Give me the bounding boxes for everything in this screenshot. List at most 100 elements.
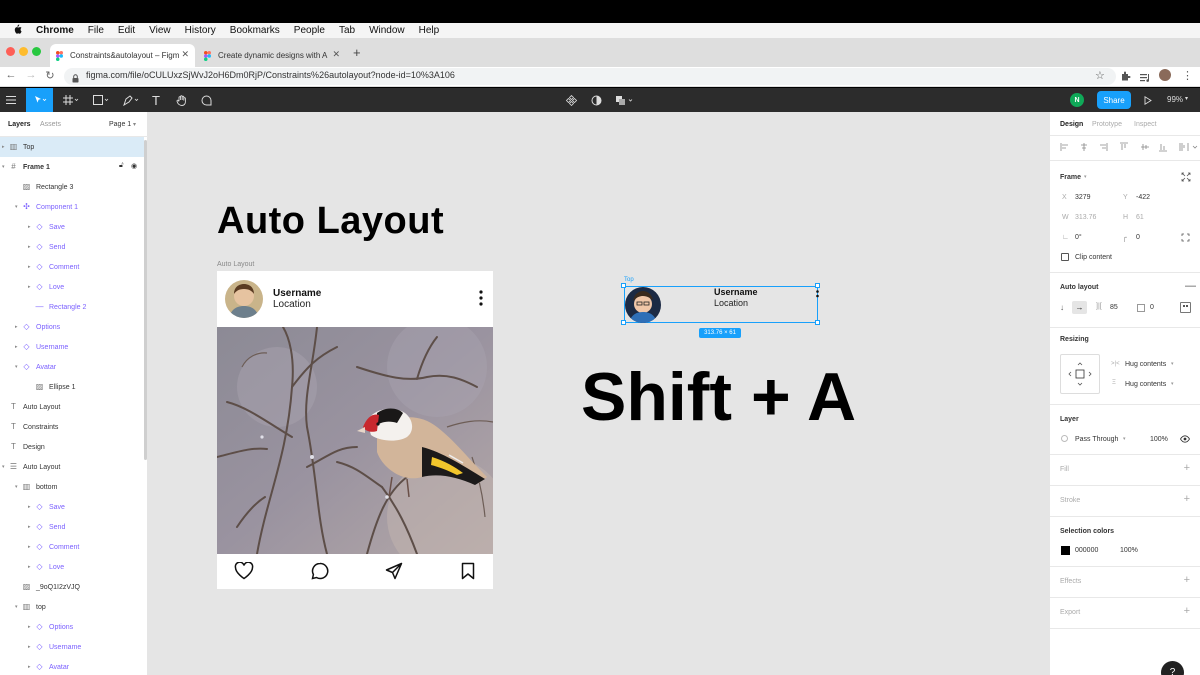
resizing-section-title[interactable]: Resizing [1060, 336, 1089, 343]
layer-row[interactable]: ▸ ◇ Avatar [0, 657, 144, 675]
layer-expand-icon[interactable]: ▸ [28, 544, 31, 550]
prototype-tab[interactable]: Prototype [1092, 121, 1122, 128]
boolean-ops-icon[interactable] [614, 88, 636, 112]
menu-help[interactable]: Help [419, 25, 440, 36]
layer-expand-icon[interactable]: ▸ [28, 284, 31, 290]
layer-row[interactable]: ▸ ◇ Username [0, 637, 144, 657]
extensions-icon[interactable] [1120, 69, 1132, 81]
post-photo-bird[interactable] [217, 327, 493, 554]
auto-layout-section-title[interactable]: Auto layout [1060, 284, 1099, 291]
share-button[interactable]: Share [1097, 91, 1131, 109]
layer-row[interactable]: ▸ ◇ Options [0, 617, 144, 637]
zoom-level[interactable]: 99% [1167, 95, 1183, 104]
fill-section-title[interactable]: Fill [1060, 466, 1069, 473]
canvas-heading[interactable]: Auto Layout [217, 200, 444, 243]
frame-label[interactable]: Auto Layout [217, 261, 254, 268]
layer-row[interactable]: ▸ ◇ Comment [0, 537, 144, 557]
layer-row[interactable]: ▾ ☰ Auto Layout [0, 457, 144, 477]
layer-expand-icon[interactable]: ▸ [28, 664, 31, 670]
horizontal-direction-icon[interactable]: → [1072, 301, 1087, 314]
layer-row[interactable]: ▨ _9oQ1I2zVJQ [0, 577, 144, 597]
page-selector[interactable]: Page 1 [109, 121, 131, 128]
card-location[interactable]: Location [273, 299, 311, 310]
tab-close-icon[interactable]: ✕ [332, 49, 340, 60]
resize-handle[interactable] [815, 283, 820, 288]
resize-handle[interactable] [621, 320, 626, 325]
canvas[interactable]: Auto Layout Auto Layout Username Locatio… [148, 112, 1049, 675]
url-text[interactable]: figma.com/file/oCULUxzSjWvJ2oH6Dm0RjP/Co… [86, 70, 455, 80]
resize-handle[interactable] [815, 320, 820, 325]
layer-row[interactable]: T Constraints [0, 417, 144, 437]
layer-expand-icon[interactable]: ▸ [28, 524, 31, 530]
menu-people[interactable]: People [294, 25, 325, 36]
hug-vertical-chevron-icon[interactable]: ▾ [1171, 381, 1174, 387]
w-input[interactable]: 313.76 [1075, 214, 1096, 221]
layer-expand-icon[interactable]: ▾ [2, 464, 5, 470]
selection-username[interactable]: Username [714, 287, 758, 297]
new-tab-icon[interactable]: + [353, 45, 361, 60]
apple-icon[interactable] [12, 24, 22, 37]
independent-corners-icon[interactable] [1181, 233, 1190, 242]
comment-icon[interactable] [311, 562, 329, 580]
visibility-eye-icon[interactable] [1180, 435, 1190, 443]
hug-horizontal-chevron-icon[interactable]: ▾ [1171, 361, 1174, 367]
window-zoom-button[interactable] [32, 47, 41, 56]
resize-handle[interactable] [621, 283, 626, 288]
radius-input[interactable]: 0 [1136, 234, 1140, 241]
layer-row[interactable]: ▸ ◇ Send [0, 517, 144, 537]
hug-vertical-select[interactable]: Hug contents [1125, 381, 1166, 388]
resizing-preview[interactable] [1060, 354, 1100, 394]
blend-mode-select[interactable]: Pass Through [1075, 436, 1118, 443]
selected-top-frame[interactable]: Username Location [624, 286, 819, 323]
layer-row[interactable]: ▸ ◇ Comment [0, 257, 144, 277]
layer-section-title[interactable]: Layer [1060, 416, 1079, 423]
alignment-icon[interactable] [1180, 302, 1191, 313]
text-tool-icon[interactable]: T [147, 88, 165, 112]
move-tool-icon[interactable] [26, 88, 53, 112]
layer-expand-icon[interactable]: ▸ [15, 344, 18, 350]
selection-avatar[interactable] [625, 287, 661, 323]
blend-chevron-icon[interactable]: ▾ [1123, 436, 1126, 442]
inspect-tab[interactable]: Inspect [1134, 121, 1157, 128]
unlock-icon[interactable]: 🔓︎ [119, 162, 124, 170]
pen-tool-icon[interactable] [118, 88, 144, 112]
hug-horizontal-select[interactable]: Hug contents [1125, 361, 1166, 368]
frame-tool-icon[interactable] [58, 88, 84, 112]
add-effect-icon[interactable]: + [1184, 574, 1190, 586]
main-menu-icon[interactable] [0, 88, 22, 112]
x-input[interactable]: 3279 [1075, 194, 1091, 201]
layer-expand-icon[interactable]: ▸ [28, 644, 31, 650]
design-tab[interactable]: Design [1060, 121, 1083, 128]
layer-row[interactable]: ▸ ◇ Send [0, 237, 144, 257]
layer-row[interactable]: ▸ ▥ Top [0, 137, 144, 157]
selection-colors-title[interactable]: Selection colors [1060, 528, 1114, 535]
resize-to-fit-icon[interactable] [1181, 172, 1191, 182]
menu-chrome[interactable]: Chrome [36, 25, 74, 36]
layer-row[interactable]: ▨ Rectangle 3 [0, 177, 144, 197]
options-icon[interactable] [479, 290, 483, 306]
layer-row[interactable]: ▨ Ellipse 1 [0, 377, 144, 397]
selection-location[interactable]: Location [714, 298, 748, 308]
menu-view[interactable]: View [149, 25, 171, 36]
layer-expand-icon[interactable]: ▸ [28, 264, 31, 270]
components-icon[interactable] [564, 88, 578, 112]
frame-chevron-icon[interactable]: ▾ [1084, 174, 1087, 180]
selection-color-opacity[interactable]: 100% [1120, 547, 1138, 554]
layer-expand-icon[interactable]: ▸ [28, 504, 31, 510]
layer-expand-icon[interactable]: ▸ [2, 144, 5, 150]
forward-icon[interactable]: → [24, 69, 38, 81]
layer-expand-icon[interactable]: ▾ [15, 484, 18, 490]
stroke-section-title[interactable]: Stroke [1060, 497, 1080, 504]
assets-tab[interactable]: Assets [40, 121, 61, 128]
layer-expand-icon[interactable]: ▾ [2, 164, 5, 170]
selection-options-icon[interactable] [816, 289, 819, 301]
export-section-title[interactable]: Export [1060, 609, 1080, 616]
menu-file[interactable]: File [88, 25, 104, 36]
page-chevron-icon[interactable]: ▾ [133, 121, 136, 128]
effects-section-title[interactable]: Effects [1060, 578, 1081, 585]
frame-section-title[interactable]: Frame [1060, 174, 1081, 181]
comment-tool-icon[interactable] [197, 88, 215, 112]
user-avatar[interactable]: N [1070, 93, 1084, 107]
post-card-frame[interactable]: Username Location [217, 271, 493, 589]
profile-avatar[interactable] [1159, 69, 1171, 81]
